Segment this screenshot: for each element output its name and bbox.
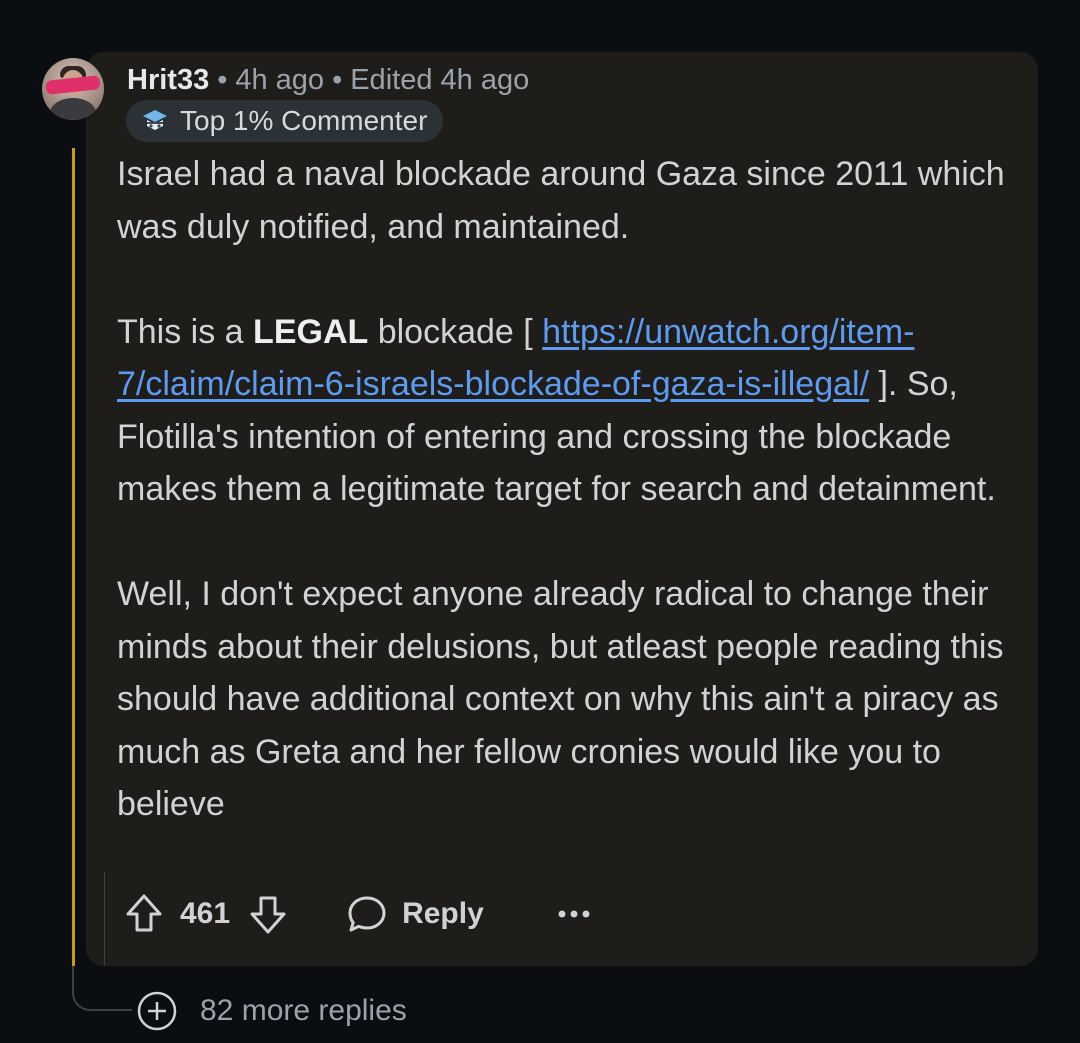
- redaction-mark: [45, 75, 101, 95]
- downvote-button[interactable]: [248, 892, 288, 936]
- comment-thread-view: Hrit33 • 4h ago • Edited 4h ago Top 1% Comme…: [0, 0, 1080, 1043]
- vote-count: 461: [180, 897, 231, 930]
- bold-text: LEGAL: [253, 312, 369, 351]
- edited-label: Edited 4h ago: [350, 64, 530, 96]
- arrow-up-icon: [126, 894, 162, 932]
- flair-label: Top 1% Commenter: [180, 105, 428, 136]
- reply-button[interactable]: Reply: [346, 894, 484, 934]
- comment-meta: Hrit33 • 4h ago • Edited 4h ago: [127, 62, 529, 98]
- comment-action-bar: 461 Reply: [124, 886, 594, 942]
- upvote-button[interactable]: [124, 892, 164, 936]
- reply-label: Reply: [402, 897, 484, 930]
- meta-separator: •: [217, 64, 228, 96]
- speech-bubble-icon: [348, 896, 386, 932]
- comment-body: Israel had a naval blockade around Gaza …: [117, 148, 1032, 831]
- author-name[interactable]: Hrit33: [127, 64, 209, 96]
- arrow-down-icon: [250, 896, 286, 934]
- achievement-badge-icon: [143, 110, 167, 130]
- avatar-shirt: [50, 98, 96, 120]
- plus-circle-icon: [137, 991, 177, 1031]
- comment-paragraph: Well, I don't expect anyone already radi…: [117, 575, 1004, 823]
- thread-curve: [72, 966, 132, 1011]
- meta-separator: •: [332, 64, 343, 96]
- user-flair-badge: Top 1% Commenter: [126, 100, 444, 142]
- comment-paragraph: This is a LEGAL blockade [ https://unwat…: [117, 306, 1032, 516]
- more-replies-label: 82 more replies: [200, 994, 407, 1027]
- more-replies-button[interactable]: 82 more replies: [136, 990, 407, 1032]
- ellipsis-icon[interactable]: [554, 904, 594, 924]
- text-span: This is a: [117, 312, 254, 351]
- thread-connector: [104, 872, 105, 966]
- avatar[interactable]: [42, 58, 104, 120]
- thread-line[interactable]: [72, 148, 75, 966]
- comment-paragraph: Israel had a naval blockade around Gaza …: [117, 155, 1005, 246]
- comment-time: 4h ago: [235, 64, 325, 96]
- text-span: blockade [: [368, 312, 543, 351]
